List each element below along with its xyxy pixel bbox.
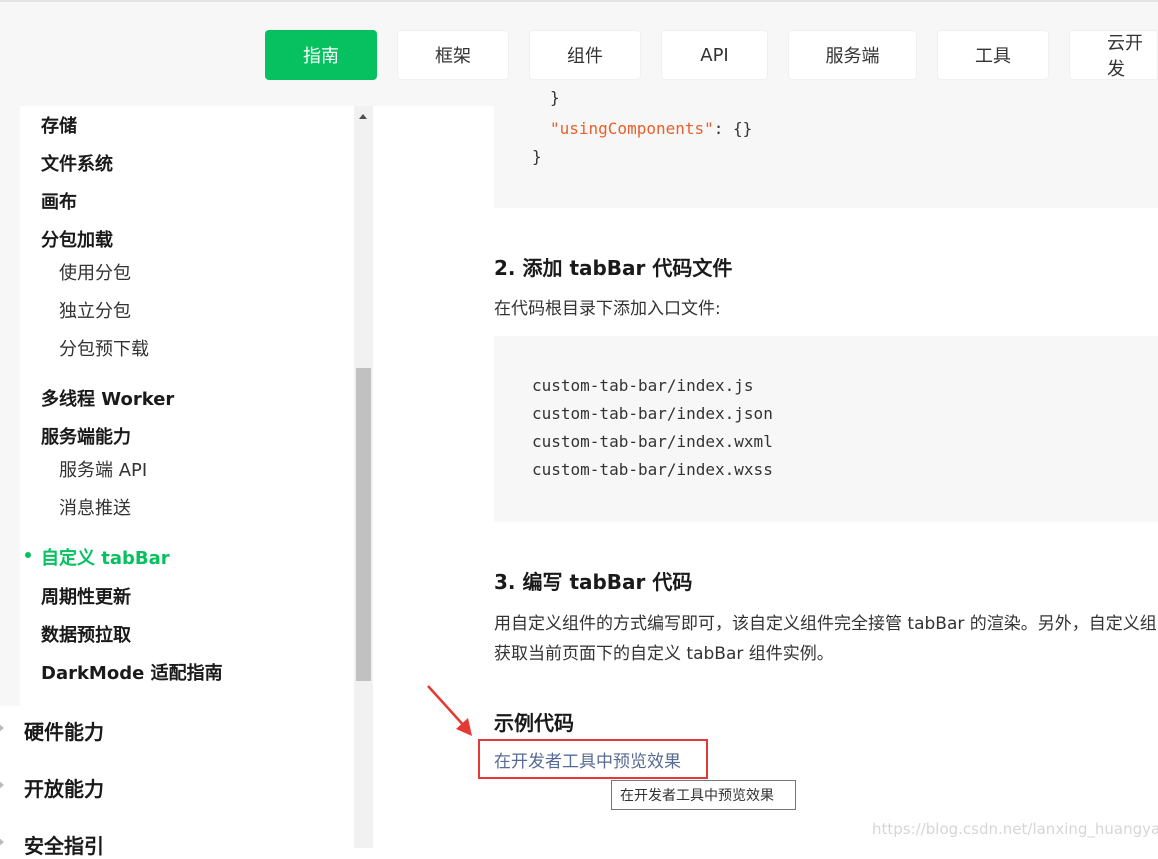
tooltip: 在开发者工具中预览效果	[611, 780, 796, 810]
code-string-key: "usingComponents"	[550, 119, 714, 138]
code-line-using-components: "usingComponents": {}	[550, 119, 752, 138]
sidebar-item-darkmode[interactable]: DarkMode 适配指南	[41, 659, 223, 685]
sidebar-section-security[interactable]: 安全指引	[24, 830, 104, 859]
sidebar-item-periodic-update[interactable]: 周期性更新	[41, 583, 131, 609]
sidebar-item-server-ability[interactable]: 服务端能力	[41, 423, 131, 449]
code-line-file: custom-tab-bar/index.json	[532, 404, 773, 423]
nav-tab-guide[interactable]: 指南	[265, 30, 377, 80]
nav-tab-tools[interactable]: 工具	[937, 30, 1049, 80]
sidebar-item-message-push[interactable]: 消息推送	[59, 494, 131, 520]
nav-tab-api[interactable]: API	[661, 30, 768, 80]
heading-example-code: 示例代码	[494, 711, 574, 735]
preview-link-text[interactable]: 在开发者工具中预览效果	[494, 747, 681, 772]
scrollbar-thumb[interactable]	[356, 368, 371, 681]
sidebar-item-filesystem[interactable]: 文件系统	[41, 150, 113, 176]
scroll-up-arrow-icon[interactable]	[359, 114, 367, 119]
sidebar-item-storage[interactable]: 存储	[41, 112, 77, 138]
sidebar-item-independent-subpackages[interactable]: 独立分包	[59, 297, 131, 323]
code-value: : {}	[713, 119, 753, 138]
code-line-file: custom-tab-bar/index.wxss	[532, 460, 773, 479]
sidebar-indent-strip	[0, 106, 20, 706]
code-line-close: }	[532, 147, 542, 166]
top-nav-bar: 指南 框架 组件 API 服务端 工具 云开发	[0, 0, 1158, 106]
chevron-right-icon	[0, 780, 4, 790]
heading-add-files: 2. 添加 tabBar 代码文件	[494, 256, 733, 280]
sidebar-section-hardware[interactable]: 硬件能力	[24, 716, 104, 745]
sidebar-scrollbar[interactable]	[354, 106, 373, 848]
chevron-right-icon	[0, 837, 4, 847]
watermark: https://blog.csdn.net/lanxing_huangyao	[872, 820, 1158, 838]
sidebar: 存储 文件系统 画布 分包加载 使用分包 独立分包 分包预下载 多线程 Work…	[0, 106, 374, 858]
paragraph-write-code-line1: 用自定义组件的方式编写即可，该自定义组件完全接管 tabBar 的渲染。另外，自…	[494, 614, 1157, 634]
preview-in-devtools-link[interactable]: 在开发者工具中预览效果	[478, 739, 708, 779]
code-line-file: custom-tab-bar/index.js	[532, 376, 754, 395]
chevron-right-icon	[0, 723, 4, 733]
nav-tab-cloud[interactable]: 云开发	[1069, 30, 1158, 80]
sidebar-item-server-api[interactable]: 服务端 API	[59, 456, 147, 482]
heading-write-code: 3. 编写 tabBar 代码	[494, 570, 693, 594]
sidebar-item-canvas[interactable]: 画布	[41, 188, 77, 214]
sidebar-item-subpackage-preload[interactable]: 分包预下载	[59, 335, 149, 361]
nav-tab-components[interactable]: 组件	[529, 30, 641, 80]
nav-tab-framework[interactable]: 框架	[397, 30, 509, 80]
code-line-file: custom-tab-bar/index.wxml	[532, 432, 773, 451]
nav-tab-server[interactable]: 服务端	[788, 30, 917, 80]
sidebar-item-custom-tabbar[interactable]: 自定义 tabBar	[41, 544, 170, 570]
annotation-arrow-icon	[427, 685, 472, 736]
paragraph-write-code-line2: 获取当前页面下的自定义 tabBar 组件实例。	[494, 644, 834, 664]
sidebar-item-prefetch[interactable]: 数据预拉取	[41, 621, 131, 647]
code-line-brace: }	[550, 88, 560, 107]
code-block-files	[494, 336, 1158, 522]
sidebar-item-subpackages[interactable]: 分包加载	[41, 226, 113, 252]
sidebar-item-use-subpackages[interactable]: 使用分包	[59, 259, 131, 285]
active-item-dot	[25, 552, 31, 558]
paragraph-add-files: 在代码根目录下添加入口文件:	[494, 299, 721, 319]
sidebar-item-worker[interactable]: 多线程 Worker	[41, 385, 174, 411]
tooltip-text: 在开发者工具中预览效果	[620, 788, 774, 804]
sidebar-section-open[interactable]: 开放能力	[24, 773, 104, 802]
